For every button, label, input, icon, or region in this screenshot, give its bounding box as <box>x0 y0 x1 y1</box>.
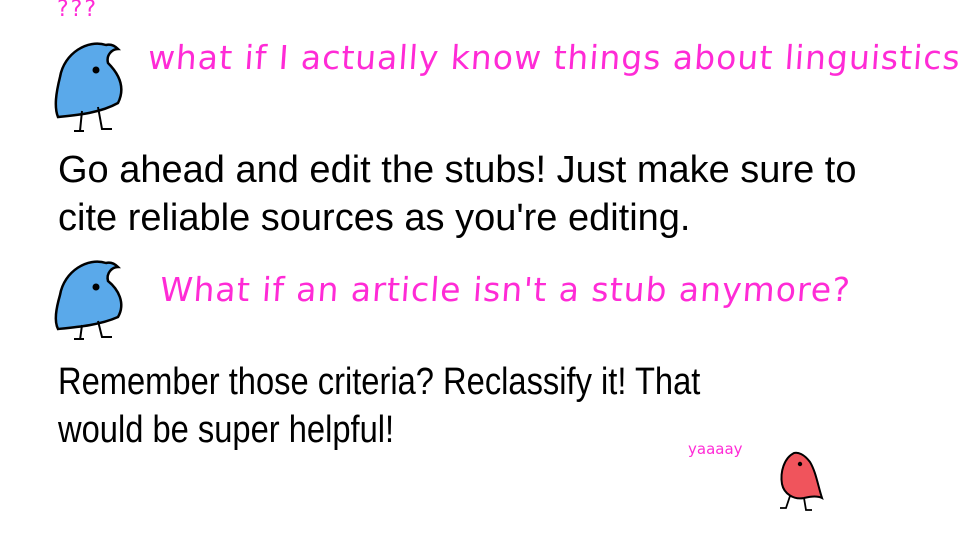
blue-bird-icon <box>54 42 123 132</box>
question-2: What if an article isn't a stub anymore? <box>158 270 853 309</box>
answer-1-line-1: Go ahead and edit the stubs! Just make s… <box>58 149 857 191</box>
question-marks: ??? <box>57 0 99 22</box>
question-1: what if I actually know things about lin… <box>146 38 960 77</box>
red-bird-icon <box>780 451 824 511</box>
answer-1: Go ahead and edit the stubs! Just make s… <box>58 146 856 242</box>
celebration-text: yaaaay <box>688 440 743 458</box>
answer-2-line-1: Remember those criteria? Reclassify it! … <box>58 361 701 403</box>
answer-2: Remember those criteria? Reclassify it! … <box>58 358 700 454</box>
answer-1-line-2: cite reliable sources as you're editing. <box>58 197 691 239</box>
answer-2-line-2: would be super helpful! <box>58 409 395 451</box>
blue-bird-icon <box>54 260 123 340</box>
